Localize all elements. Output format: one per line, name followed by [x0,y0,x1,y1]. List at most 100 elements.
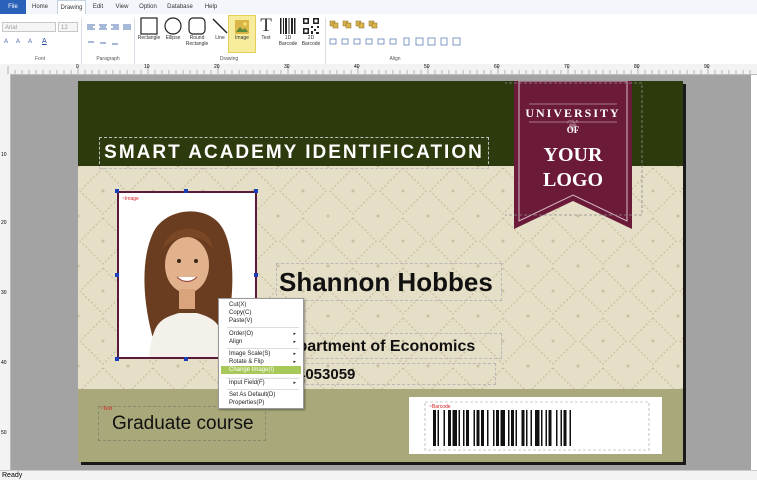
menu-item-align[interactable]: Align ▸ [229,338,299,346]
group-label-drawing: Drawing [219,56,239,62]
ellipse-tool-button[interactable]: Ellipse [161,17,185,41]
tab-help[interactable]: Help [200,0,222,14]
menu-item-order[interactable]: Order(O) ▸ [229,330,299,338]
course-text[interactable]: ~Text Graduate course [98,406,266,441]
tab-view[interactable]: View [111,0,133,14]
id-card[interactable]: SMART ACADEMY IDENTIFICATION ❦ UNIVERSIT… [78,81,683,462]
department-text[interactable]: Department of Economics [276,333,502,359]
selection-handle[interactable] [115,189,119,193]
image-tool-label: Image [235,35,249,41]
line-tool-label: Line [215,35,225,41]
group-label-font: Font [34,56,45,62]
menu-item-cut[interactable]: Cut(X) [229,301,299,309]
image-tool-button[interactable]: Image [228,15,256,53]
tab-database[interactable]: Database [163,0,197,14]
barcode-element[interactable]: ~Barcode [409,397,662,454]
text-tool-button[interactable]: T Text [257,15,275,41]
align-tools-icons[interactable] [328,19,462,51]
font-bold-icon[interactable]: A [28,39,32,45]
vertical-ruler: 10 20 30 40 50 [0,74,11,470]
card-title[interactable]: SMART ACADEMY IDENTIFICATION [99,137,489,169]
font-color-icon[interactable]: A [42,38,47,45]
barcode-bar [521,410,525,446]
submenu-arrow-icon: ▸ [293,331,296,337]
menu-item-label: Paste(V) [229,318,253,324]
menu-item-label: Set As Default(D) [229,392,276,398]
group-label-paragraph: Paragraph [96,56,120,62]
ruler-ticks [7,66,751,74]
rectangle-tool-button[interactable]: Rectangle [136,17,162,41]
barcode-bar [433,410,436,446]
barcode-bar [493,410,495,446]
ruler-label: 50 [424,64,430,70]
barcode-1d-label-2: Barcode [278,41,298,47]
barcode-bar [560,410,562,446]
font-size-select[interactable]: 12 [58,22,78,32]
status-text: Ready [2,472,23,479]
font-grow-icon[interactable]: A [4,39,8,45]
ruler-label: 30 [1,290,7,296]
menu-item-properties[interactable]: Properties(P) [229,399,299,407]
text-icon: T [260,15,272,36]
selection-handle[interactable] [184,189,188,193]
ruler-label: 50 [1,430,7,436]
tab-file[interactable]: File [0,0,26,14]
selection-handle[interactable] [115,273,119,277]
menu-item-paste[interactable]: Paste(V) [229,317,299,325]
menu-item-copy[interactable]: Copy(C) [229,309,299,317]
barcode-bar [541,410,543,446]
tab-edit[interactable]: Edit [87,0,109,14]
university-logo[interactable]: ❦ UNIVERSITY OF YOUR LOGO [505,81,645,246]
menu-item-set-default[interactable]: Set As Default(D) [229,391,299,399]
submenu-arrow-icon: ▸ [293,351,296,357]
paragraph-align-icons[interactable] [86,22,132,52]
menu-item-input-field[interactable]: Input Field(F) ▸ [229,379,299,387]
ellipse-tool-label: Ellipse [165,35,181,41]
barcode-1d-tool-button[interactable]: 1D Barcode [276,17,300,47]
barcode-bar [535,410,540,446]
menu-item-rotate-flip[interactable]: Rotate & Flip ▸ [229,358,299,366]
tab-option[interactable]: Option [136,0,160,14]
line-icon [212,18,228,34]
menu-item-change-image[interactable]: Change Image(I) [229,366,299,374]
round-rectangle-label-2: Rectangle [185,41,209,47]
barcode-bar [463,410,465,446]
round-rectangle-tool-button[interactable]: Round Rectangle [184,17,210,47]
barcode-2d-tool-button[interactable]: 2D Barcode [299,17,323,47]
barcode-bar [563,410,567,446]
ribbon-tab-bar: File Home Drawing Edit View Option Datab… [0,0,757,15]
barcode-bar [556,410,558,446]
line-tool-button[interactable]: Line [211,17,229,41]
cardholder-name[interactable]: Shannon Hobbes [276,263,502,301]
ruler-label: 20 [214,64,220,70]
barcode-bar [496,410,499,446]
horizontal-ruler: 0 10 20 30 40 50 60 70 80 90 [0,64,757,75]
selection-handle[interactable] [115,357,119,361]
barcode-bar [548,410,552,446]
tab-drawing[interactable]: Drawing [57,0,86,15]
selection-handle[interactable] [254,273,258,277]
selection-handle[interactable] [184,357,188,361]
text-element-tag: ~Text [100,406,113,412]
barcode-bar [452,410,457,446]
ruler-label: 20 [1,220,7,226]
ruler-label: 10 [144,64,150,70]
barcode-bar [437,410,439,446]
menu-item-label: Change Image(I) [229,367,275,373]
barcode-bar [526,410,528,446]
ruler-label: 30 [284,64,290,70]
logo-line-1: UNIVERSITY [525,106,621,120]
tab-home[interactable]: Home [27,0,53,14]
selection-handle[interactable] [254,189,258,193]
font-name-select[interactable]: Arial [2,22,56,32]
barcode-bar [458,410,460,446]
barcode-2d-label-2: Barcode [301,41,321,47]
id-number-text[interactable]: 4053059 [296,363,496,385]
rectangle-icon [140,17,158,35]
barcode-bar [500,410,505,446]
course-label: Graduate course [112,413,254,434]
menu-item-image-scale[interactable]: Image Scale(S) ▸ [229,350,299,358]
font-shrink-icon[interactable]: A [16,39,20,45]
menu-item-label: Input Field(F) [229,380,265,386]
qr-code-icon [303,18,319,34]
